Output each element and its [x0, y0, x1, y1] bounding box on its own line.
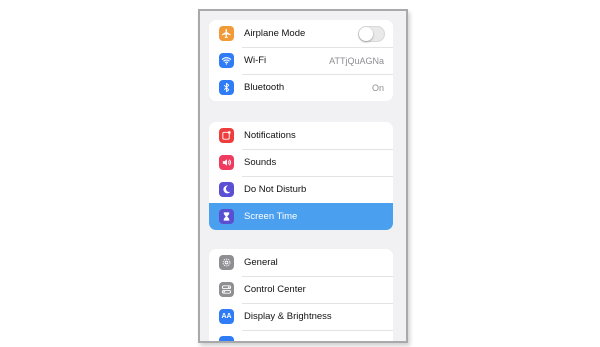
bluetooth-status-value: On	[371, 82, 384, 93]
moon-icon	[219, 182, 234, 197]
notifications-group: Notifications Sounds Do Not Disturb Scre…	[209, 122, 393, 230]
wifi-label: Wi-Fi	[244, 55, 267, 66]
settings-row-general[interactable]: General	[209, 249, 393, 276]
airplane-mode-toggle[interactable]	[358, 25, 385, 42]
gear-icon	[219, 255, 234, 270]
notifications-icon	[219, 128, 234, 143]
wifi-network-value: ATTjQuAGNa	[329, 55, 384, 66]
settings-row-airplane-mode[interactable]: Airplane Mode	[209, 20, 393, 47]
settings-row-control-center[interactable]: Control Center	[209, 276, 393, 303]
wifi-icon	[219, 53, 234, 68]
settings-row-sounds[interactable]: Sounds	[209, 149, 393, 176]
do-not-disturb-label: Do Not Disturb	[244, 184, 307, 195]
airplane-mode-label: Airplane Mode	[244, 28, 306, 39]
display-brightness-label: Display & Brightness	[244, 311, 332, 322]
bluetooth-icon	[219, 80, 234, 95]
airplane-icon	[219, 26, 234, 41]
toggle-knob	[359, 26, 373, 41]
hourglass-icon	[219, 209, 234, 224]
settings-panel: Airplane Mode Wi-Fi ATTjQuAGNa Bluetooth…	[198, 9, 408, 343]
general-label: General	[244, 257, 278, 268]
sounds-label: Sounds	[244, 157, 277, 168]
settings-row-wifi[interactable]: Wi-Fi ATTjQuAGNa	[209, 47, 393, 74]
display-brightness-icon: AA	[219, 309, 234, 324]
control-center-label: Control Center	[244, 284, 306, 295]
sounds-icon	[219, 155, 234, 170]
bluetooth-label: Bluetooth	[244, 82, 285, 93]
settings-row-partial[interactable]	[209, 330, 393, 341]
settings-row-screen-time[interactable]: Screen Time	[209, 203, 393, 230]
system-group: General Control Center AA Display & Brig…	[209, 249, 393, 341]
settings-row-do-not-disturb[interactable]: Do Not Disturb	[209, 176, 393, 203]
settings-row-display-brightness[interactable]: AA Display & Brightness	[209, 303, 393, 330]
settings-row-notifications[interactable]: Notifications	[209, 122, 393, 149]
control-center-icon	[219, 282, 234, 297]
home-screen-icon	[219, 336, 234, 341]
screen-time-label: Screen Time	[244, 211, 298, 222]
connectivity-group: Airplane Mode Wi-Fi ATTjQuAGNa Bluetooth…	[209, 20, 393, 101]
notifications-label: Notifications	[244, 130, 296, 141]
settings-row-bluetooth[interactable]: Bluetooth On	[209, 74, 393, 101]
